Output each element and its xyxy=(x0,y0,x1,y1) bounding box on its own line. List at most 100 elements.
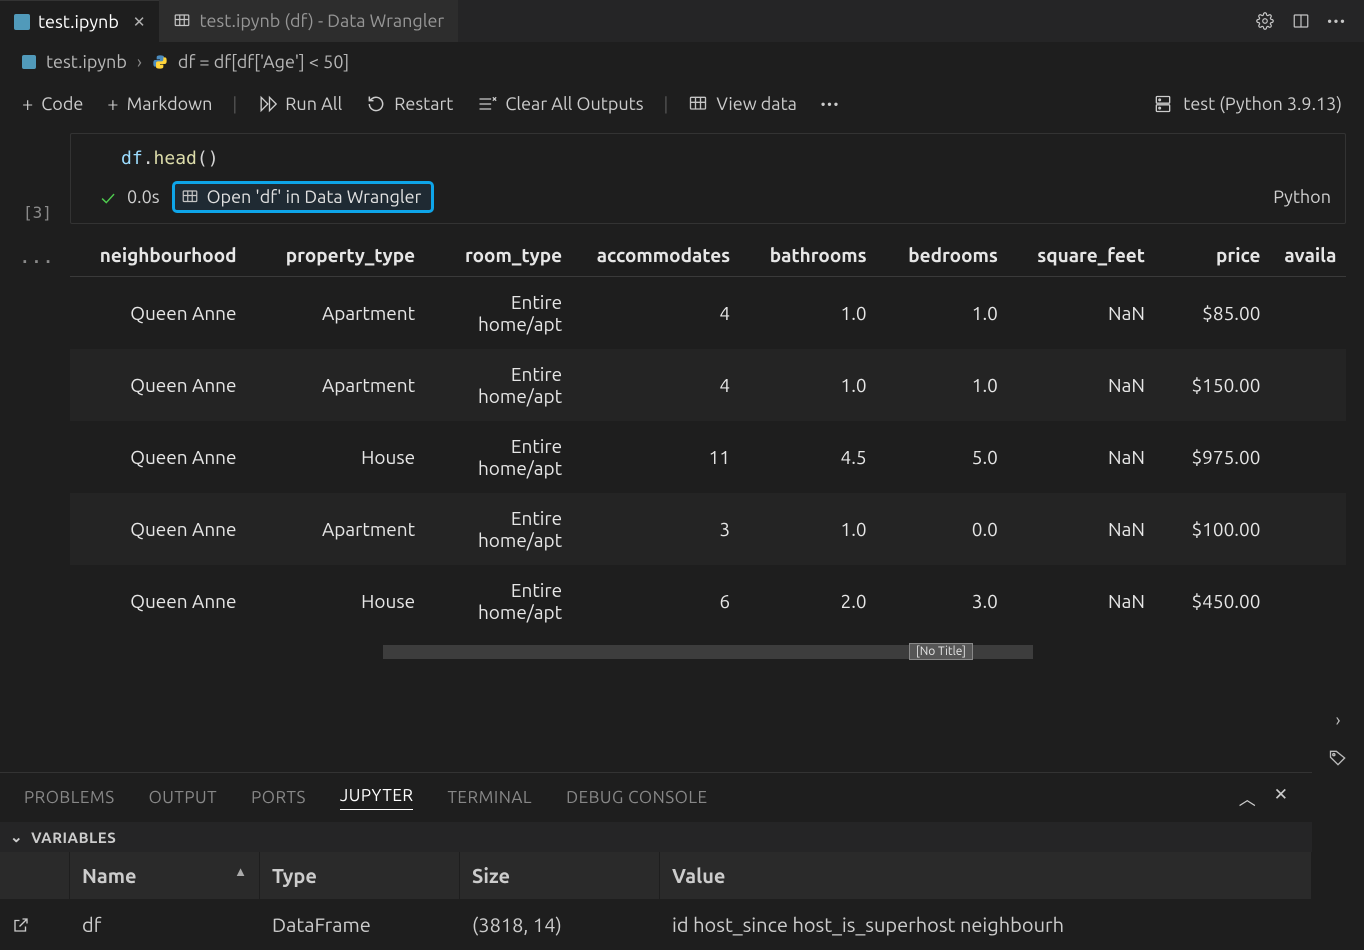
code-cell[interactable]: df.head() ✓ 0.0s Open 'df' in Data Wrang… xyxy=(70,133,1346,224)
table-cell: Queen Anne xyxy=(70,421,249,493)
breadcrumb[interactable]: test.ipynb › df = df[df['Age'] < 50] xyxy=(0,42,1364,82)
panel-tab-problems[interactable]: PROBLEMS xyxy=(24,788,115,807)
table-cell xyxy=(1272,277,1346,350)
col-value[interactable]: Value xyxy=(660,852,1312,899)
table-cell: $975.00 xyxy=(1157,421,1273,493)
panel-tab-debug-console[interactable]: DEBUG CONSOLE xyxy=(566,788,707,807)
table-cell: Apartment xyxy=(249,277,428,350)
execution-count: [3] xyxy=(23,203,52,222)
var-type: DataFrame xyxy=(260,899,460,950)
chevron-up-icon[interactable]: ︿ xyxy=(1239,785,1256,810)
col-name[interactable]: Name▲ xyxy=(70,852,260,899)
table-cell: $100.00 xyxy=(1157,493,1273,565)
table-cell: Entirehome/apt xyxy=(427,277,574,350)
col-type[interactable]: Type xyxy=(260,852,460,899)
table-cell: 6 xyxy=(574,565,742,637)
table-cell: Apartment xyxy=(249,493,428,565)
tab-data-wrangler[interactable]: test.ipynb (df) - Data Wrangler xyxy=(159,0,458,42)
table-cell xyxy=(1272,565,1346,637)
table-row: Queen AnneHouseEntirehome/apt62.03.0NaN$… xyxy=(70,565,1346,637)
toolbar-more-button[interactable]: ··· xyxy=(813,90,848,118)
view-data-button[interactable]: View data xyxy=(680,90,804,118)
table-cell: Apartment xyxy=(249,349,428,421)
table-cell: Entirehome/apt xyxy=(427,421,574,493)
chevron-right-icon: › xyxy=(137,52,142,72)
table-header: neighbourhood xyxy=(70,234,249,277)
table-cell: 2.0 xyxy=(742,565,879,637)
success-icon: ✓ xyxy=(101,186,115,209)
table-row: Queen AnneHouseEntirehome/apt114.55.0NaN… xyxy=(70,421,1346,493)
table-cell: $450.00 xyxy=(1157,565,1273,637)
table-cell: Queen Anne xyxy=(70,349,249,421)
breadcrumb-cell[interactable]: df = df[df['Age'] < 50] xyxy=(178,52,349,72)
table-cell: $85.00 xyxy=(1157,277,1273,350)
data-wrangler-icon xyxy=(173,12,191,30)
var-value: id host_since host_is_superhost neighbou… xyxy=(660,899,1312,950)
table-row: Queen AnneApartmentEntirehome/apt31.00.0… xyxy=(70,493,1346,565)
kernel-picker[interactable]: test (Python 3.9.13) xyxy=(1153,94,1350,114)
panel-tabs: PROBLEMS OUTPUT PORTS JUPYTER TERMINAL DEBUG … xyxy=(0,773,1312,822)
chevron-right-icon[interactable]: › xyxy=(1335,710,1340,730)
table-cell: $150.00 xyxy=(1157,349,1273,421)
table-header: accommodates xyxy=(574,234,742,277)
python-icon xyxy=(152,54,168,70)
table-cell: NaN xyxy=(1010,565,1157,637)
table-cell: 4.5 xyxy=(742,421,879,493)
clear-outputs-button[interactable]: Clear All Outputs xyxy=(469,90,651,118)
var-name[interactable]: df xyxy=(70,899,260,950)
table-cell: 1.0 xyxy=(742,277,879,350)
plus-icon: + xyxy=(22,92,33,115)
notebook-toolbar: +Code +Markdown | Run All Restart Clear … xyxy=(0,82,1364,133)
code-editor[interactable]: df.head() xyxy=(71,134,1345,181)
right-rail: › xyxy=(1312,696,1364,950)
close-icon[interactable]: ✕ xyxy=(133,13,146,31)
plus-icon: + xyxy=(107,92,118,115)
table-cell: Queen Anne xyxy=(70,493,249,565)
horizontal-scrollbar[interactable]: [No Title] xyxy=(383,645,1033,659)
add-markdown-button[interactable]: +Markdown xyxy=(99,88,220,119)
table-cell: Queen Anne xyxy=(70,277,249,350)
run-all-button[interactable]: Run All xyxy=(249,90,350,118)
gear-icon[interactable] xyxy=(1256,12,1274,30)
col-size[interactable]: Size xyxy=(460,852,660,899)
table-cell xyxy=(1272,349,1346,421)
open-data-wrangler-button[interactable]: Open 'df' in Data Wrangler xyxy=(172,181,435,213)
table-cell: 4 xyxy=(574,277,742,350)
variables-section-header[interactable]: ⌄ VARIABLES xyxy=(0,822,1312,852)
table-header: square_feet xyxy=(1010,234,1157,277)
cell-language[interactable]: Python xyxy=(1273,187,1331,207)
table-cell: 1.0 xyxy=(879,349,1010,421)
restart-button[interactable]: Restart xyxy=(358,90,461,118)
variables-table: Name▲ Type Size Value df DataFrame (3818… xyxy=(0,852,1312,950)
table-cell: NaN xyxy=(1010,349,1157,421)
split-editor-icon[interactable] xyxy=(1292,12,1310,30)
panel-tab-jupyter[interactable]: JUPYTER xyxy=(340,786,414,810)
sort-icon: ▲ xyxy=(234,864,247,879)
table-cell: Queen Anne xyxy=(70,565,249,637)
titlebar-actions: ··· xyxy=(1256,0,1364,42)
panel-tab-output[interactable]: OUTPUT xyxy=(149,788,217,807)
table-cell: Entirehome/apt xyxy=(427,349,574,421)
panel-tab-terminal[interactable]: TERMINAL xyxy=(447,788,532,807)
table-header: room_type xyxy=(427,234,574,277)
add-code-button[interactable]: +Code xyxy=(14,88,91,119)
table-cell: 1.0 xyxy=(879,277,1010,350)
notebook-icon xyxy=(14,14,30,30)
close-panel-icon[interactable]: ✕ xyxy=(1274,785,1288,810)
notebook-icon xyxy=(22,55,36,69)
cell-more-icon[interactable]: ··· xyxy=(20,252,55,271)
tab-notebook[interactable]: test.ipynb ✕ xyxy=(0,0,159,42)
table-cell: 5.0 xyxy=(879,421,1010,493)
breadcrumb-file[interactable]: test.ipynb xyxy=(46,52,127,72)
cell-gutter: [3] ··· xyxy=(20,203,55,271)
table-cell: 3 xyxy=(574,493,742,565)
open-variable-icon[interactable] xyxy=(0,899,70,950)
var-size: (3818, 14) xyxy=(460,899,660,950)
table-cell: House xyxy=(249,421,428,493)
server-icon xyxy=(1153,94,1173,114)
more-icon[interactable]: ··· xyxy=(1328,12,1346,30)
tag-icon[interactable] xyxy=(1328,748,1348,768)
panel-tab-ports[interactable]: PORTS xyxy=(251,788,306,807)
cell-output: neighbourhoodproperty_typeroom_typeaccom… xyxy=(70,234,1346,659)
bottom-panel: PROBLEMS OUTPUT PORTS JUPYTER TERMINAL DEBUG … xyxy=(0,772,1312,950)
